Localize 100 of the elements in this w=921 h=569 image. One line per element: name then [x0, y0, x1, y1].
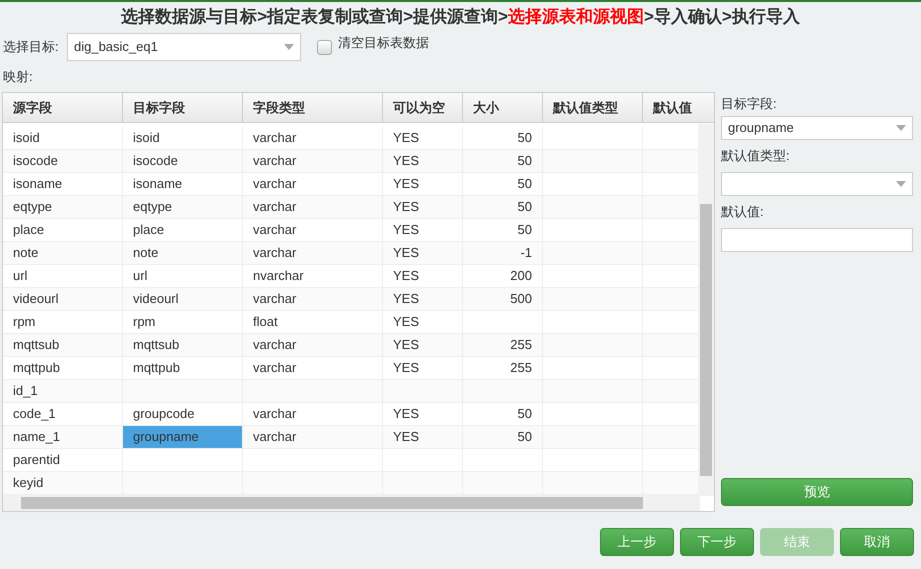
table-cell: YES [383, 357, 463, 379]
step-label: 指定表复制或查询 [267, 6, 404, 28]
table-cell: YES [383, 219, 463, 241]
step-label: 选择源表和源视图 [508, 6, 644, 28]
horizontal-scrollbar[interactable] [3, 495, 700, 511]
table-cell: mqttpub [3, 357, 123, 379]
table-cell: isoid [123, 127, 243, 149]
vertical-scrollbar[interactable] [698, 124, 714, 496]
table-cell: YES [383, 311, 463, 333]
scroll-thumb[interactable] [700, 204, 712, 476]
table-cell: 50 [463, 150, 543, 172]
table-cell: varchar [243, 426, 383, 448]
table-cell: varchar [243, 196, 383, 218]
table-cell: place [123, 219, 243, 241]
table-cell: mqttpub [123, 357, 243, 379]
table-cell: 255 [463, 357, 543, 379]
table-cell: 255 [463, 334, 543, 356]
default-value-label: 默认值: [721, 203, 765, 222]
table-cell: YES [383, 196, 463, 218]
table-cell: 500 [463, 288, 543, 310]
default-type-label: 默认值类型: [721, 147, 791, 166]
checkbox[interactable] [317, 40, 332, 54]
table-cell: YES [383, 150, 463, 172]
table-cell: varchar [243, 173, 383, 195]
table-cell: YES [383, 426, 463, 448]
table-cell: 50 [463, 127, 543, 149]
table-cell: varchar [243, 334, 383, 356]
table-cell: parentid [3, 449, 123, 471]
step-label: 提供源查询 [413, 6, 498, 28]
table-cell: isoname [123, 173, 243, 195]
table-cell: code_1 [3, 403, 123, 425]
table-cell: varchar [243, 357, 383, 379]
selected-cell: groupname [123, 426, 243, 448]
target-label: 选择目标: [3, 38, 60, 56]
column-header[interactable]: 默认值类型 [543, 93, 643, 122]
table-cell: isocode [3, 150, 123, 172]
table-cell: isoid [3, 127, 123, 149]
mapping-label: 映射: [2, 68, 34, 86]
table-cell: mqttsub [123, 334, 243, 356]
column-header[interactable]: 目标字段 [123, 93, 243, 122]
table-cell: url [3, 265, 123, 287]
table-cell: id_1 [3, 380, 123, 402]
scroll-thumb[interactable] [21, 497, 643, 509]
table-cell: YES [383, 265, 463, 287]
dropdown-caret-icon [284, 44, 294, 50]
table-cell: YES [383, 403, 463, 425]
table-cell: groupcode [123, 403, 243, 425]
table-cell: 50 [463, 173, 543, 195]
table-cell: note [3, 242, 123, 264]
step-separator: > [498, 6, 508, 28]
table-cell: rpm [123, 311, 243, 333]
table-cell: YES [383, 334, 463, 356]
table-cell: -1 [463, 242, 543, 264]
table-cell: varchar [243, 242, 383, 264]
table-cell: eqtype [3, 196, 123, 218]
dropdown-caret-icon [896, 125, 906, 131]
target-select[interactable]: dig_basic_eq1 [67, 33, 301, 61]
column-header[interactable]: 大小 [463, 93, 543, 122]
table-cell: varchar [243, 219, 383, 241]
table-cell: YES [383, 288, 463, 310]
step-separator: > [257, 6, 268, 28]
table-cell: float [243, 311, 383, 333]
target-field-label: 目标字段: [721, 95, 778, 114]
step-label: 选择数据源与目标 [121, 6, 258, 28]
table-cell: keyid [3, 472, 123, 494]
table-cell: eqtype [123, 196, 243, 218]
table-cell: videourl [3, 288, 123, 310]
table-cell: YES [383, 242, 463, 264]
table-cell: 50 [463, 219, 543, 241]
table-cell: 50 [463, 426, 543, 448]
table-cell: YES [383, 173, 463, 195]
step-separator: > [644, 6, 654, 28]
table-cell: varchar [243, 288, 383, 310]
target-field-select[interactable]: groupname [721, 116, 913, 140]
step-separator: > [722, 6, 732, 28]
table-cell: varchar [243, 150, 383, 172]
default-value-field[interactable] [721, 228, 913, 252]
table-cell: note [123, 242, 243, 264]
column-header[interactable]: 源字段 [3, 93, 123, 122]
table-cell: YES [383, 127, 463, 149]
step-label: 导入确认 [654, 6, 722, 28]
table-cell: varchar [243, 403, 383, 425]
table-cell: isocode [123, 150, 243, 172]
table-cell: 50 [463, 196, 543, 218]
table-cell: nvarchar [243, 265, 383, 287]
table-cell: 200 [463, 265, 543, 287]
table-cell: place [3, 219, 123, 241]
column-header[interactable]: 默认值 [643, 93, 714, 122]
checkbox-label: 清空目标表数据 [338, 34, 429, 52]
column-header[interactable]: 字段类型 [243, 93, 383, 122]
table-cell: rpm [3, 311, 123, 333]
step-separator: > [403, 6, 414, 28]
dropdown-caret-icon [896, 181, 906, 187]
table-cell: 50 [463, 403, 543, 425]
column-header[interactable]: 可以为空 [383, 93, 463, 122]
table-cell: isoname [3, 173, 123, 195]
step-label: 执行导入 [732, 6, 800, 28]
default-type-select[interactable] [721, 172, 913, 196]
table-cell: varchar [243, 127, 383, 149]
table-cell: mqttsub [3, 334, 123, 356]
